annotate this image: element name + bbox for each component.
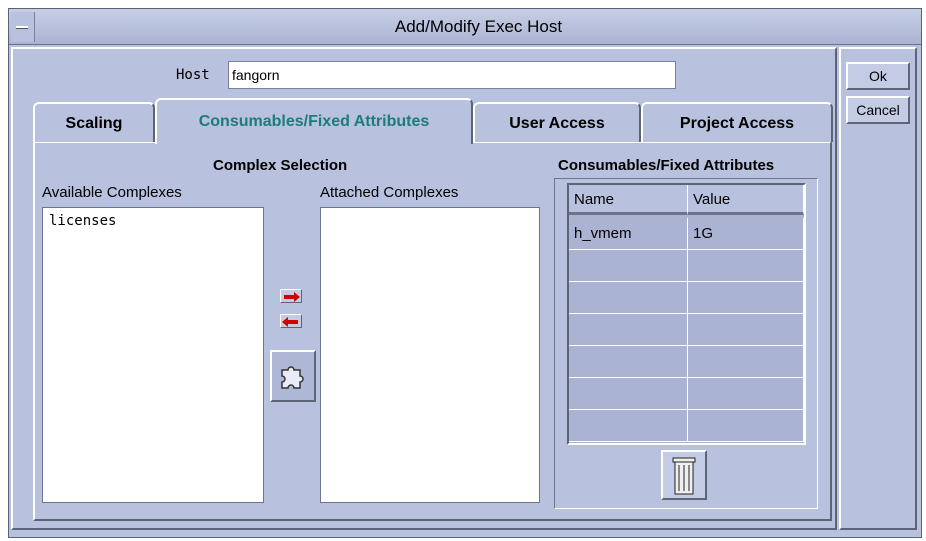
table-cell-name[interactable] xyxy=(569,314,688,346)
minus-icon xyxy=(16,26,28,29)
complex-config-button[interactable] xyxy=(270,350,316,402)
column-header-name[interactable]: Name xyxy=(569,185,688,215)
cancel-button[interactable]: Cancel xyxy=(846,96,910,124)
puzzle-icon xyxy=(281,366,304,389)
attached-complexes-label: Attached Complexes xyxy=(320,184,459,201)
trash-icon xyxy=(672,457,696,495)
list-item[interactable]: licenses xyxy=(43,208,263,234)
table-cell-value[interactable] xyxy=(688,346,804,378)
column-header-value[interactable]: Value xyxy=(688,185,804,215)
consumables-title: Consumables/Fixed Attributes xyxy=(558,157,775,174)
table-cell-name[interactable] xyxy=(569,282,688,314)
delete-row-button[interactable] xyxy=(661,450,707,500)
table-cell-name[interactable] xyxy=(569,250,688,282)
table-cell-name[interactable] xyxy=(569,346,688,378)
table-cell-value[interactable] xyxy=(688,314,804,346)
table-cell-name[interactable]: h_vmem xyxy=(569,218,688,250)
table-cell-name[interactable] xyxy=(569,410,688,442)
ok-button[interactable]: Ok xyxy=(846,62,910,90)
attached-complexes-list[interactable] xyxy=(320,207,540,503)
complex-selection-title: Complex Selection xyxy=(213,157,348,174)
table-cell-value[interactable] xyxy=(688,250,804,282)
detach-complex-button[interactable] xyxy=(280,314,302,328)
table-cell-value[interactable] xyxy=(688,378,804,410)
table-cell-name[interactable] xyxy=(569,378,688,410)
tab-user-access[interactable]: User Access xyxy=(473,102,641,142)
window-menu-button[interactable] xyxy=(11,12,35,42)
available-complexes-label: Available Complexes xyxy=(42,184,182,201)
tab-project-access[interactable]: Project Access xyxy=(641,102,833,142)
arrow-left-icon xyxy=(282,317,298,327)
tab-consumables-fixed-attributes[interactable]: Consumables/Fixed Attributes xyxy=(155,98,473,144)
host-input[interactable] xyxy=(228,61,676,89)
table-cell-value[interactable]: 1G xyxy=(688,218,804,250)
arrow-right-icon xyxy=(284,292,300,302)
host-label: Host xyxy=(176,67,210,83)
attach-complex-button[interactable] xyxy=(280,289,302,303)
table-cell-value[interactable] xyxy=(688,282,804,314)
tab-scaling[interactable]: Scaling xyxy=(33,102,155,142)
table-cell-value[interactable] xyxy=(688,410,804,442)
window-title: Add/Modify Exec Host xyxy=(394,17,563,36)
available-complexes-list[interactable]: licenses xyxy=(42,207,264,503)
